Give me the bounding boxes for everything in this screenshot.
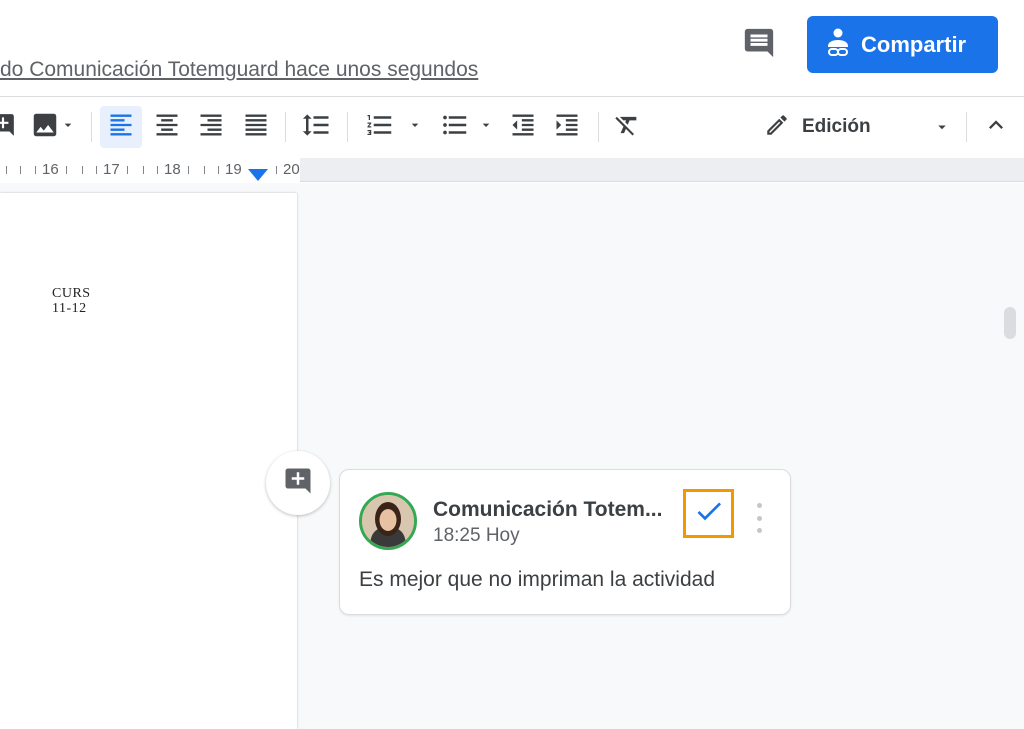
hide-menus-button[interactable] [976,106,1016,148]
ruler-tick [66,166,67,174]
format-indent-increase-icon [553,111,581,144]
comment-icon [742,26,776,65]
insert-image-button[interactable] [26,106,80,148]
dot [756,503,762,508]
more-options-button[interactable] [751,503,767,533]
dot [756,515,762,521]
comments-history-button[interactable] [740,26,778,64]
ruler[interactable]: 16 17 18 19 20 [0,158,1024,182]
bulleted-list-button[interactable] [436,106,498,148]
bulleted-list-icon [440,110,470,145]
resolve-comment-button[interactable] [683,489,734,538]
ruler-tick [20,166,21,174]
ruler-tick [6,166,7,174]
toolbar-divider [91,112,92,142]
comment-author: Comunicación Totem... [433,498,663,521]
ruler-number: 20 [283,161,300,178]
image-icon [30,110,60,145]
align-right-icon [197,111,225,144]
share-button[interactable]: Compartir [807,16,998,73]
dot [756,528,762,533]
ruler-number: 18 [164,161,181,178]
add-comment-icon [283,466,313,501]
toolbar-divider [285,112,286,142]
comment-card[interactable]: Comunicación Totem... 18:25 Hoy Es mejor… [339,469,791,615]
align-center-button[interactable] [146,106,188,148]
chevron-down-icon [407,117,423,138]
curs-label: CURS [52,286,91,301]
last-edit-link[interactable]: do Comunicación Totemguard hace unos seg… [0,58,478,82]
ruler-tick [82,166,83,174]
chevron-down-icon [478,117,494,138]
ruler-tick [204,166,205,174]
insert-comment-tool[interactable] [0,106,16,148]
format-clear-icon [613,111,641,144]
chevron-down-icon [60,117,76,138]
ruler-number: 16 [42,161,59,178]
comment-timestamp: 18:25 Hoy [433,525,520,546]
document-canvas: CURS 11-12 Comunicación Totem... 18:25 H… [0,183,1024,729]
avatar [359,492,417,550]
ruler-tick [35,166,36,174]
comment-text: Es mejor que no impriman la actividad [359,568,715,591]
ruler-tick [276,166,277,174]
scrollbar-thumb[interactable] [1004,307,1016,339]
align-justify-icon [242,111,270,144]
document-text: CURS 11-12 [52,286,91,316]
chevron-up-icon [982,111,1010,144]
ruler-tick [127,166,128,174]
chevron-down-icon [933,118,951,141]
ruler-tick [218,166,219,174]
ruler-tick [157,166,158,174]
increase-indent-button[interactable] [546,106,588,148]
format-indent-decrease-icon [509,111,537,144]
document-page[interactable]: CURS 11-12 [0,193,297,729]
editing-mode-label: Edición [802,116,871,137]
add-comment-icon [0,112,16,143]
ruler-tick [96,166,97,174]
decrease-indent-button[interactable] [502,106,544,148]
ruler-number: 19 [225,161,242,178]
share-label: Compartir [861,31,967,57]
ruler-tick [188,166,189,174]
toolbar-divider [598,112,599,142]
toolbar-divider [347,112,348,142]
align-left-icon [107,111,135,144]
course-years: 11-12 [52,301,87,316]
formatting-toolbar: Edición [0,98,1024,158]
check-icon [693,495,725,532]
line-spacing-button[interactable] [295,106,337,148]
justify-button[interactable] [235,106,277,148]
numbered-list-button[interactable] [360,106,428,148]
docs-header: do Comunicación Totemguard hace unos seg… [0,0,1024,97]
ruler-tick [143,166,144,174]
align-center-icon [153,111,181,144]
ruler-number: 17 [103,161,120,178]
add-comment-button[interactable] [266,451,330,515]
share-person-link-icon [825,27,851,63]
numbered-list-icon [365,110,395,145]
align-right-button[interactable] [190,106,232,148]
clear-formatting-button[interactable] [606,106,648,148]
toolbar-divider [966,112,967,142]
pencil-icon [764,112,790,143]
editing-mode-dropdown[interactable]: Edición [760,106,955,148]
line-spacing-icon [301,110,331,145]
align-left-button[interactable] [100,106,142,148]
